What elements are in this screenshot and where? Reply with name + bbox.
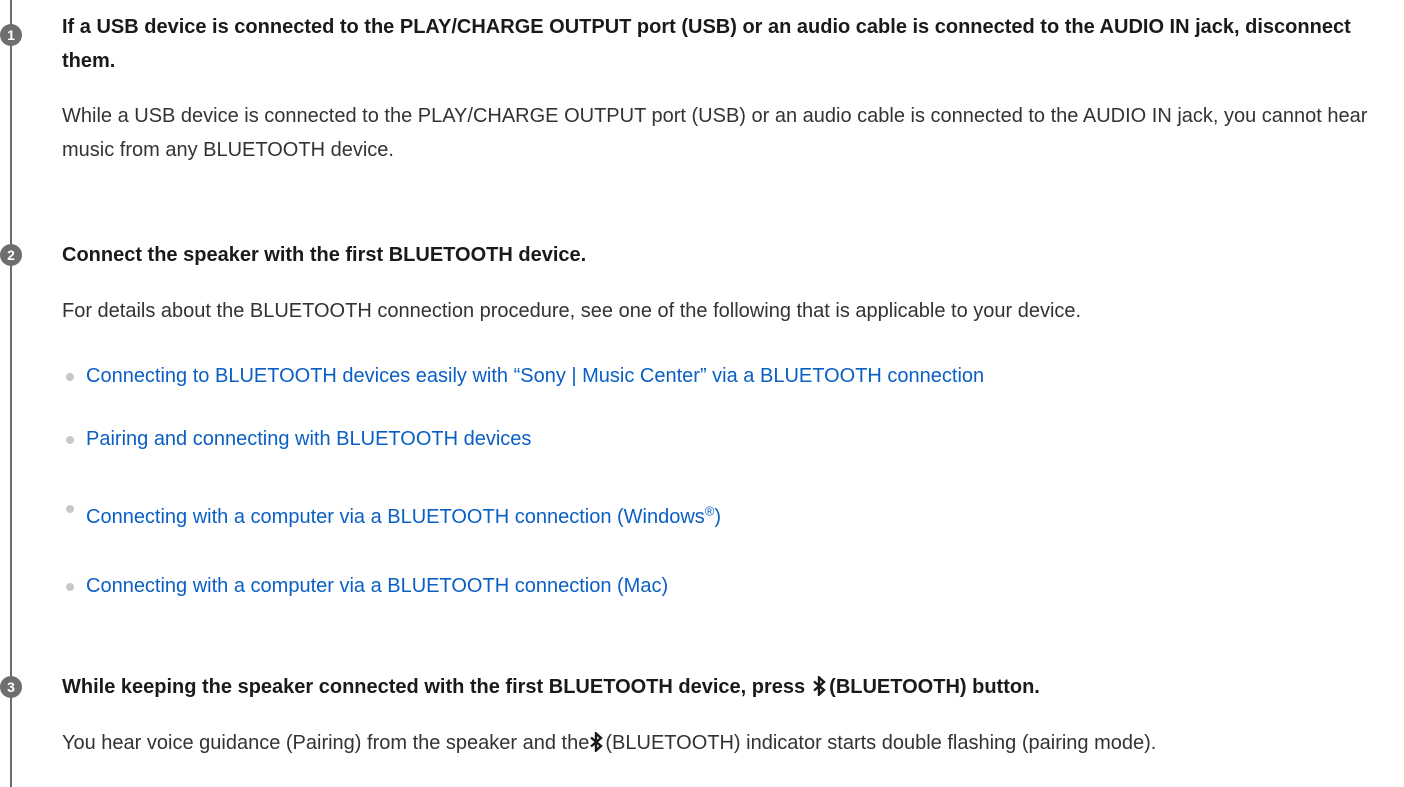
link-close-paren: ): [714, 506, 722, 528]
link-list-item: Pairing and connecting with BLUETOOTH de…: [66, 424, 531, 454]
step-3-body-text-after: (BLUETOOTH) indicator starts double flas…: [605, 732, 1157, 754]
link-pairing-and-connecting[interactable]: Pairing and connecting with BLUETOOTH de…: [86, 428, 531, 450]
step-3-heading-text-after: (BLUETOOTH) button.: [829, 676, 1040, 698]
step-1-heading: If a USB device is connected to the PLAY…: [62, 16, 1351, 72]
bluetooth-icon: [590, 732, 604, 752]
step-2-number-badge: 2: [0, 244, 22, 266]
bluetooth-icon: [813, 676, 826, 696]
step-3-body: You hear voice guidance (Pairing) from t…: [62, 726, 1322, 760]
step-1-body: While a USB device is connected to the P…: [62, 105, 1368, 161]
link-computer-mac[interactable]: Connecting with a computer via a BLUETOO…: [86, 575, 668, 597]
steps-vertical-line: [10, 0, 12, 787]
link-computer-windows-label: Connecting with a computer via a BLUETOO…: [86, 506, 705, 528]
link-easy-connection-music-center[interactable]: Connecting to BLUETOOTH devices easily w…: [86, 365, 984, 387]
bullet-icon: [66, 373, 74, 381]
registered-mark: ®: [704, 503, 715, 519]
link-computer-windows[interactable]: Connecting with a computer via a BLUETOO…: [86, 503, 722, 528]
step-3-heading: While keeping the speaker connected with…: [62, 670, 1040, 704]
bullet-icon: [66, 505, 74, 513]
link-list-item: Connecting with a computer via a BLUETOO…: [66, 571, 668, 601]
step-3-body-text-before: You hear voice guidance (Pairing) from t…: [62, 732, 590, 754]
link-list-item: Connecting to BLUETOOTH devices easily w…: [66, 361, 984, 391]
bullet-icon: [66, 436, 74, 444]
step-2-body: For details about the BLUETOOTH connecti…: [62, 300, 1082, 322]
step-1-number-badge: 1: [0, 24, 22, 46]
step-3-number-badge: 3: [0, 676, 22, 698]
step-3-heading-text-before: While keeping the speaker connected with…: [62, 676, 806, 698]
bullet-icon: [66, 583, 74, 591]
link-list-item: Connecting with a computer via a BLUETOO…: [66, 502, 722, 532]
step-2-heading: Connect the speaker with the first BLUET…: [62, 244, 587, 266]
